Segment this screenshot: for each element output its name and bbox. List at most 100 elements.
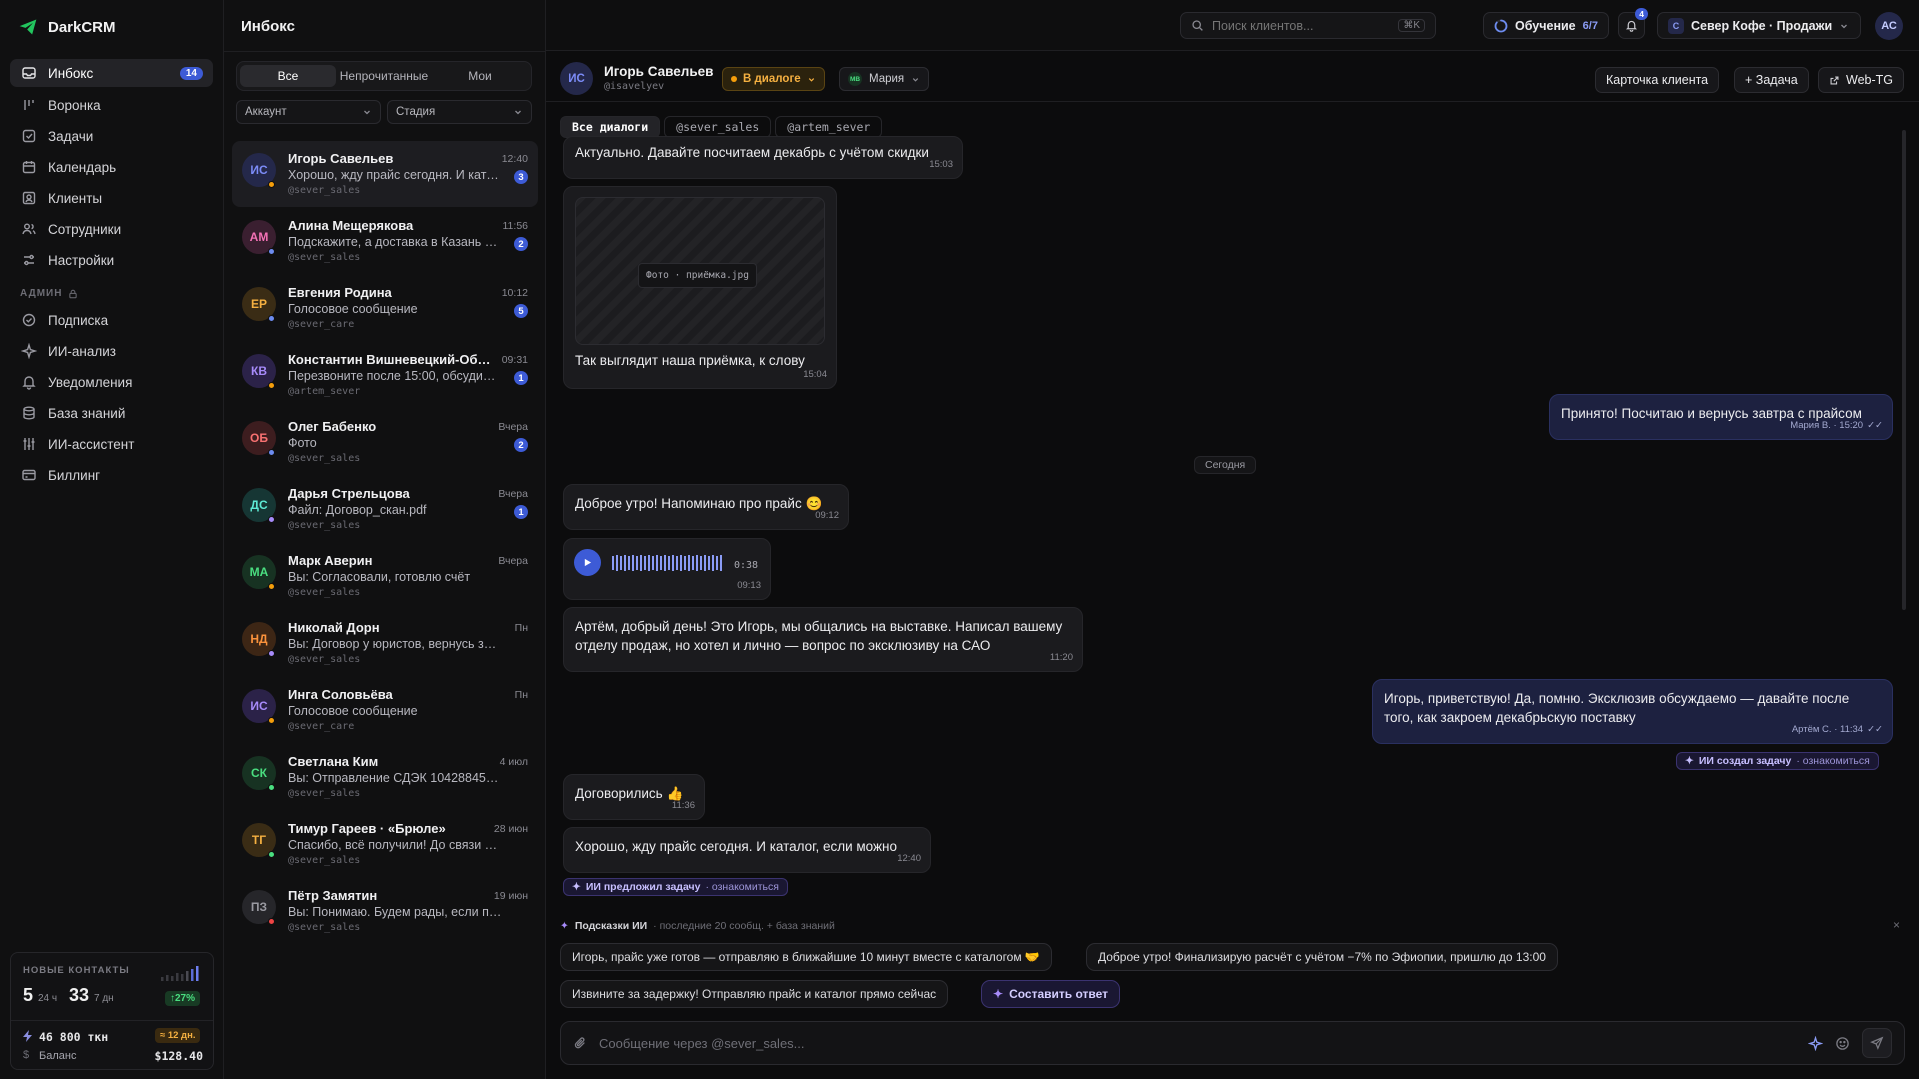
sidebar-item-label: Настройки bbox=[48, 252, 115, 268]
presence-dot bbox=[268, 650, 275, 657]
message-text: Игорь, приветствую! Да, помню. Эксклюзив… bbox=[1384, 691, 1850, 725]
stats-label: НОВЫЕ КОНТАКТЫ bbox=[23, 965, 130, 976]
contacts-day-label: 24 ч bbox=[38, 993, 58, 1004]
unread-badge: 2 bbox=[514, 438, 528, 452]
conversation-item[interactable]: ТГ Тимур Гареев · «Брюле» 28 июн Спасибо, в… bbox=[232, 811, 538, 877]
conversation-item[interactable]: ДС Дарья Стрельцова Вчера Файл: Договор_ска… bbox=[232, 476, 538, 542]
web-tg-label: Web-TG bbox=[1846, 73, 1893, 87]
sidebar-item-tasks[interactable]: Задачи bbox=[10, 122, 213, 150]
add-task-button[interactable]: + Задача bbox=[1734, 67, 1809, 93]
day-divider: Сегодня bbox=[1194, 456, 1257, 474]
contact-name[interactable]: Игорь Савельев bbox=[604, 64, 713, 79]
sidebar-item-billing[interactable]: Биллинг bbox=[10, 461, 213, 489]
onboarding-button[interactable]: Обучение 6/7 bbox=[1483, 12, 1609, 39]
client-card-button[interactable]: Карточка клиента bbox=[1595, 67, 1720, 93]
close-icon[interactable]: × bbox=[1893, 918, 1900, 932]
sidebar-item-ai-analysis[interactable]: ИИ-анализ bbox=[10, 337, 213, 365]
conversation-item[interactable]: КВКонстантин Вишневецкий-Оболенский09:31… bbox=[232, 342, 538, 408]
stage-select[interactable]: Стадия bbox=[387, 100, 532, 124]
status-dropdown[interactable]: В диалоге bbox=[722, 67, 825, 91]
conversation-item[interactable]: ОБ Олег Бабенко Вчера Фото @sever_sales 2 bbox=[232, 409, 538, 475]
conversation-preview: Файл: Договор_скан.pdf bbox=[288, 503, 427, 517]
account-select[interactable]: Аккаунт bbox=[236, 100, 381, 124]
conversation-time: 11:56 bbox=[502, 220, 529, 232]
sidebar-item-inbox[interactable]: Инбокс 14 bbox=[10, 59, 213, 87]
message-time: 09:12 bbox=[815, 510, 839, 521]
tab-artem-sever[interactable]: @artem_sever bbox=[775, 116, 883, 138]
compose-reply-button[interactable]: ✦ Составить ответ bbox=[981, 980, 1120, 1008]
conversation-item[interactable]: АМ Алина Мещерякова 11:56 Подскажите, а дос… bbox=[232, 208, 538, 274]
conversation-name: Константин Вишневецкий-Оболенский bbox=[288, 352, 493, 367]
ai-suggestion-3[interactable]: Извините за задержку! Отправляю прайс и … bbox=[560, 980, 949, 1008]
tab-sever-sales[interactable]: @sever_sales bbox=[664, 116, 772, 138]
dialog-tabs: Все диалоги @sever_sales @artem_sever bbox=[560, 116, 883, 138]
workspace-switcher[interactable]: С Север Кофе · Продажи bbox=[1657, 12, 1861, 39]
contact-avatar[interactable]: ИС bbox=[560, 62, 593, 95]
conversation-item[interactable]: ПЗ Пётр Замятин 19 июн Вы: Понимаю. Будем р… bbox=[232, 878, 538, 944]
message-incoming-photo: Фото · приёмка.jpg Так выглядит наша при… bbox=[563, 186, 837, 389]
filter-unread[interactable]: Непрочитанные bbox=[336, 65, 432, 87]
filter-mine[interactable]: Мои bbox=[432, 65, 528, 87]
conversation-preview: Голосовое сообщение bbox=[288, 302, 418, 316]
sidebar-item-settings[interactable]: Настройки bbox=[10, 246, 213, 274]
sparkle-icon[interactable] bbox=[1808, 1035, 1823, 1051]
ai-task-suggested-chip[interactable]: ✦ ИИ предложил задачу · ознакомиться bbox=[563, 878, 788, 896]
ai-suggestion-1[interactable]: Игорь, прайс уже готов — отправляю в бли… bbox=[560, 943, 1052, 971]
sidebar-item-ai-assistant[interactable]: ИИ-ассистент bbox=[10, 430, 213, 458]
conversation-time: 4 июл bbox=[499, 756, 528, 768]
sidebar-item-subscription[interactable]: Подписка bbox=[10, 306, 213, 334]
filter-all[interactable]: Все bbox=[240, 65, 336, 87]
sidebar-item-employees[interactable]: Сотрудники bbox=[10, 215, 213, 243]
sidebar-item-knowledge-base[interactable]: База знаний bbox=[10, 399, 213, 427]
notifications-button[interactable]: 4 bbox=[1618, 8, 1648, 39]
conversation-item[interactable]: МА Марк Аверин Вчера Вы: Согласовали, готов… bbox=[232, 543, 538, 609]
sidebar: DarkCRM Инбокс 14 Воронка Задачи Календа… bbox=[0, 0, 224, 1079]
conversation-account: @sever_care bbox=[288, 721, 355, 732]
web-tg-button[interactable]: Web-TG bbox=[1818, 67, 1904, 93]
user-avatar[interactable]: АС bbox=[1875, 12, 1903, 40]
ai-suggestion-2[interactable]: Доброе утро! Финализирую расчёт с учётом… bbox=[1086, 943, 1558, 971]
play-button[interactable] bbox=[574, 549, 601, 576]
message-incoming: Доброе утро! Напоминаю про прайс 😊 09:12 bbox=[563, 484, 849, 530]
conversation-account: @sever_sales bbox=[288, 185, 361, 196]
chevron-down-icon bbox=[808, 77, 814, 82]
sidebar-item-clients[interactable]: Клиенты bbox=[10, 184, 213, 212]
conversation-item[interactable]: СК Светлана Ким 4 июл Вы: Отправление СДЭК … bbox=[232, 744, 538, 810]
sidebar-item-calendar[interactable]: Календарь bbox=[10, 153, 213, 181]
conversation-name: Тимур Гареев · «Брюле» bbox=[288, 821, 446, 836]
conversation-preview: Голосовое сообщение bbox=[288, 704, 418, 718]
search-shortcut: ⌘K bbox=[1398, 19, 1425, 32]
contacts-week-label: 7 дн bbox=[94, 993, 114, 1004]
client-search[interactable]: ⌘K bbox=[1180, 12, 1436, 39]
presence-dot bbox=[268, 918, 275, 925]
conversation-item[interactable]: ЕР Евгения Родина 10:12 Голосовое сообщение… bbox=[232, 275, 538, 341]
paperclip-icon[interactable] bbox=[573, 1036, 587, 1050]
balance-label: Баланс bbox=[39, 1050, 77, 1062]
conversation-item[interactable]: ИС Игорь Савельев 12:40 Хорошо, жду прайс с… bbox=[232, 141, 538, 207]
send-button[interactable] bbox=[1862, 1028, 1892, 1058]
conversation-item[interactable]: НД Николай Дорн Пн Вы: Договор у юристов, в… bbox=[232, 610, 538, 676]
sparkle-icon: ✦ bbox=[560, 920, 569, 932]
assignee-dropdown[interactable]: МВ Мария bbox=[839, 67, 930, 91]
conversation-item[interactable]: ИС Инга Соловьёва Пн Голосовое сообщение @se… bbox=[232, 677, 538, 743]
photo-attachment[interactable]: Фото · приёмка.jpg bbox=[575, 197, 825, 345]
message-time: 15:03 bbox=[929, 159, 953, 170]
presence-dot bbox=[268, 583, 275, 590]
double-check-icon: ✓✓ bbox=[1867, 724, 1883, 735]
emoji-icon[interactable] bbox=[1835, 1036, 1850, 1051]
sidebar-item-funnel[interactable]: Воронка bbox=[10, 91, 213, 119]
message-input[interactable] bbox=[599, 1035, 1796, 1051]
logo[interactable]: DarkCRM bbox=[18, 16, 116, 38]
double-check-icon: ✓✓ bbox=[1867, 420, 1883, 431]
tab-all-dialogs[interactable]: Все диалоги bbox=[560, 116, 661, 138]
message-text: Договорились 👍 bbox=[575, 786, 684, 801]
message-meta: Артём С. · 11:34 ✓✓ bbox=[1792, 720, 1883, 739]
compose-reply-label: Составить ответ bbox=[1009, 987, 1108, 1001]
chat-scrollbar[interactable] bbox=[1902, 130, 1906, 610]
message-meta-text: Артём С. · 11:34 bbox=[1791, 724, 1864, 735]
ai-task-created-chip[interactable]: ✦ ИИ создал задачу · ознакомиться bbox=[1676, 752, 1879, 770]
lock-icon bbox=[69, 289, 78, 298]
sidebar-item-notifications[interactable]: Уведомления bbox=[10, 368, 213, 396]
conversation-account: @sever_sales bbox=[288, 922, 361, 933]
search-input[interactable] bbox=[1212, 18, 1382, 33]
